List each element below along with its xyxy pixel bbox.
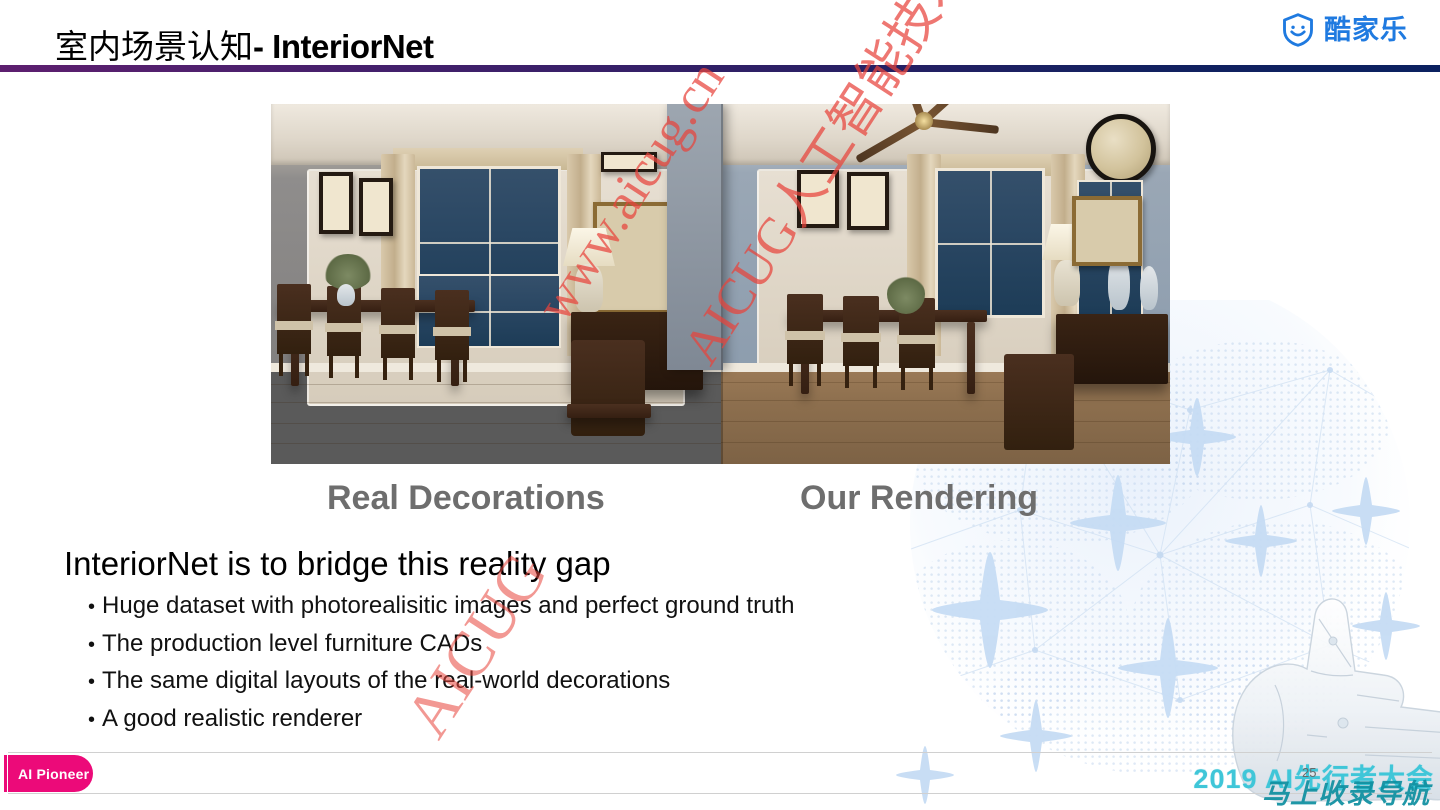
footer-divider-top	[8, 752, 1432, 753]
bullet-marker: •	[88, 708, 96, 731]
list-item: • A good realistic renderer	[88, 701, 794, 739]
page-title-en: - InteriorNet	[253, 28, 434, 65]
header-divider	[0, 65, 1440, 72]
logo-text: 酷家乐	[1324, 15, 1408, 45]
badge-accent-bar	[4, 755, 7, 792]
photo-seam	[721, 104, 723, 464]
lead-statement: InteriorNet is to bridge this reality ga…	[64, 545, 611, 582]
caption-our-rendering: Our Rendering	[800, 479, 1039, 517]
photo-real-decoration	[271, 104, 721, 464]
footer-overlay-watermark: 马上收录导航	[1262, 779, 1430, 809]
list-item-label: The production level furniture CADs	[102, 629, 483, 657]
bullet-marker: •	[88, 633, 96, 656]
page-number: 25	[1302, 765, 1317, 780]
photo-our-rendering	[721, 104, 1170, 464]
shield-smile-icon	[1283, 13, 1313, 47]
list-item: • Huge dataset with photorealisitic image…	[88, 588, 794, 626]
bullet-marker: •	[88, 671, 96, 693]
ai-pioneer-badge[interactable]: AI Pioneer	[8, 755, 93, 792]
slide-canvas: 室内场景认知- InteriorNet 酷家乐 Real Decorations…	[0, 0, 1440, 810]
ai-pioneer-badge-label: AI Pioneer	[18, 765, 90, 782]
room-divider-wall	[667, 104, 723, 371]
caption-real-decorations: Real Decorations	[327, 479, 605, 517]
slide-header: 室内场景认知- InteriorNet 酷家乐	[0, 0, 1440, 68]
list-item-label: A good realistic renderer	[102, 704, 363, 732]
kujiale-logo[interactable]: 酷家乐	[1280, 12, 1408, 48]
list-item: • The same digital layouts of the real-wo…	[88, 663, 794, 701]
list-item-label: The same digital layouts of the real-wor…	[102, 667, 671, 694]
list-item-label: Huge dataset with photorealisitic images…	[102, 592, 795, 619]
page-title-zh: 室内场景认知	[55, 28, 253, 65]
bullet-marker: •	[88, 596, 96, 618]
comparison-photo	[271, 104, 1170, 464]
bullet-list: • Huge dataset with photorealisitic image…	[88, 588, 794, 738]
page-title: 室内场景认知- InteriorNet	[55, 20, 434, 68]
list-item: • The production level furniture CADs	[88, 626, 794, 664]
